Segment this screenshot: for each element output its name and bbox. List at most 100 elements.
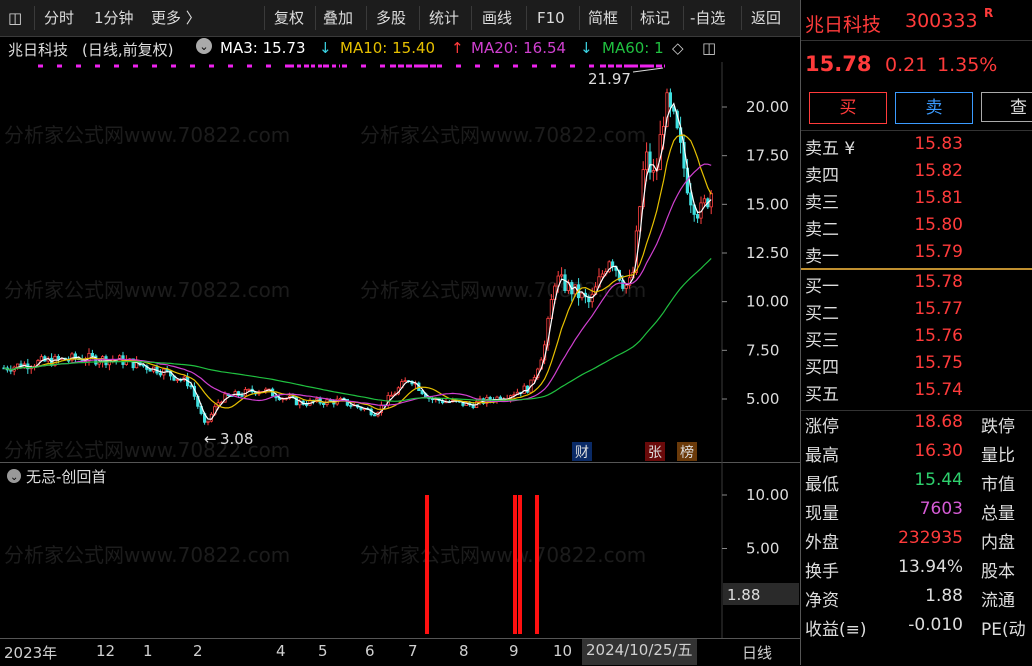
tab-intraday[interactable]: 分时 [44,0,74,36]
back-button[interactable]: 返回 [751,0,781,36]
ask-row: 卖二 15.80 [805,215,1032,244]
candle-body [389,394,394,397]
signal-bar [513,495,517,634]
row-label: 买五 [805,385,839,405]
stat-row: 最低 15.44 市值 [805,470,1032,499]
row-value: 15.81 [914,188,963,208]
row-label: 净资 [805,591,839,611]
price-change-pct: 1.35% [937,54,998,76]
row-label: 卖三 [805,193,839,213]
signal-bar [535,495,539,634]
stat-row: 最高 16.30 量比 [805,441,1032,470]
candle-body [651,170,656,173]
row-value: 15.74 [914,380,963,400]
row-label: 卖二 [805,220,839,240]
row-label: 卖一 [805,247,839,267]
ma3-down-arrow-icon: ↓ [319,39,332,57]
row-value: -0.010 [908,615,963,635]
candle-body [696,214,700,219]
candle-body [90,352,94,357]
candle-body [702,198,707,204]
row-label-secondary: 量比 [981,446,1015,466]
row-label-secondary: 流通 [981,591,1015,611]
row-label: 买三 [805,331,839,351]
row-value: 15.79 [914,242,963,262]
candle-body [175,379,179,381]
mark-button[interactable]: 标记 [640,0,670,36]
layout-toggle-icon[interactable]: ◫ [8,0,22,36]
stock-name-label: 兆日科技 [8,41,69,59]
row-value: 15.75 [914,353,963,373]
y-tick-label: 5.00 [746,390,779,408]
toolbar: ◫ 分时 1分钟 更多 〉 复权 叠加 多股 统计 画线 F10 简框 标记 -… [0,0,800,37]
finance-marker[interactable]: 财 [575,445,589,461]
row-value: 18.68 [914,412,963,432]
svg-text:⌄: ⌄ [10,472,18,483]
candle-body [522,385,526,394]
row-value: 13.94% [898,557,963,577]
date-tick: 9 [509,642,519,660]
row-value: 15.83 [914,134,963,154]
statistics-button[interactable]: 统计 [429,0,459,36]
candle-body [247,388,251,391]
candle-body [349,404,353,407]
draw-line-button[interactable]: 画线 [482,0,512,36]
tab-1min[interactable]: 1分钟 [94,0,134,36]
ma60-label: MA60: 1 [602,39,664,57]
ma3-label: MA3: 15.73 [220,39,306,57]
bid-row: 买三 15.76 [805,326,1032,355]
adjust-button[interactable]: 复权 [274,0,304,36]
diamond-icon[interactable]: ◇ [672,39,684,57]
sell-button[interactable]: 卖 [895,92,973,124]
sub-y-tick-label: 5.00 [746,540,779,558]
row-label: 最低 [805,475,839,495]
chevron-down-icon[interactable]: ⌄ [196,38,212,54]
date-tick: 2023年 [4,644,58,662]
candle-body [189,385,193,388]
low-price-annotation: 3.08 [220,430,253,448]
more-periods-button[interactable]: 更多 〉 [151,0,201,36]
event-markers: 财 张 榜 [572,442,697,461]
row-label: 现量 [805,504,839,524]
multi-stock-button[interactable]: 多股 [376,0,406,36]
row-value: 1.88 [925,586,963,606]
row-label: 收益(≡) [805,620,867,640]
overlay-button[interactable]: 叠加 [323,0,353,36]
query-button[interactable]: 查 [981,92,1032,122]
price-change: 0.21 [885,54,928,76]
date-tick: 7 [408,642,418,660]
row-label-secondary: 跌停 [981,417,1015,437]
row-label: 买二 [805,304,839,324]
simple-frame-button[interactable]: 简框 [588,0,618,36]
date-tick: 4 [276,642,286,660]
row-value: 15.78 [914,272,963,292]
stat-row: 涨停 18.68 跌停 [805,412,1032,441]
signal-bar [518,495,522,634]
row-value: 15.80 [914,215,963,235]
ma20-down-arrow-icon: ↓ [580,39,593,57]
limit-up-marker[interactable]: 张 [648,445,662,461]
row-label: 涨停 [805,417,839,437]
f10-button[interactable]: F10 [537,0,565,36]
ranking-marker[interactable]: 榜 [680,444,694,461]
sub-y-axis-ticks: 10.00 5.00 [722,486,789,558]
candle-body [611,261,615,268]
window-icon[interactable]: ◫ [702,39,716,57]
row-label-secondary: PE(动 [981,620,1026,640]
add-watchlist-button[interactable]: -自选 [690,0,725,36]
row-label-secondary: 内盘 [981,533,1015,553]
candlestick-chart[interactable]: 分析家公式网www.70822.com 分析家公式网www.70822.com 分析… [0,62,800,462]
date-tick: 12 [96,642,116,660]
current-indicator-value: 1.88 [727,586,760,604]
indicator-chart[interactable]: 分析家公式网www.70822.com 分析家公式网www.70822.com ⌄… [0,462,800,638]
panel-stock-name: 兆日科技 [805,14,882,36]
high-annotation-arrow [632,67,664,73]
period-selector[interactable]: 日线 [742,642,772,663]
candle-body [240,394,244,397]
ask-row: 卖五 ¥ 15.83 [805,134,1032,163]
y-tick-label: 17.50 [746,147,789,165]
y-tick-label: 20.00 [746,98,789,116]
buy-button[interactable]: 买 [809,92,887,124]
watermark-layer: 分析家公式网www.70822.com 分析家公式网www.70822.com 分析… [4,123,646,462]
cursor-date-label: 2024/10/25/五 [582,639,697,665]
